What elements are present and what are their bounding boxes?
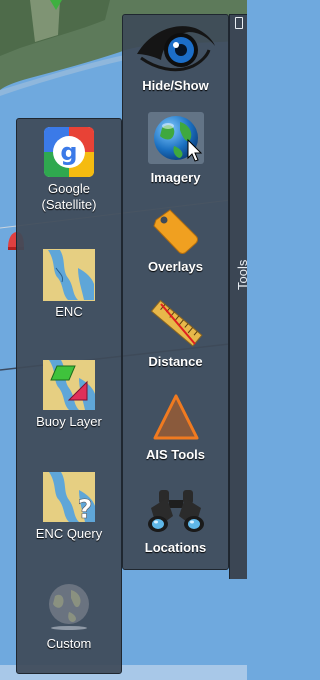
google-satellite-label: Google (Satellite)	[41, 181, 97, 212]
panel-handle-icon[interactable]	[235, 17, 243, 29]
custom-button[interactable]: Custom	[19, 580, 119, 652]
enc-query-icon: ?	[43, 472, 95, 524]
mouse-cursor-icon	[187, 138, 202, 162]
distance-label: Distance	[148, 354, 203, 369]
buoy-layer-icon	[43, 360, 95, 410]
ais-tools-label: AIS Tools	[146, 447, 205, 462]
hide-show-label: Hide/Show	[142, 78, 209, 93]
enc-label: ENC	[55, 304, 83, 319]
buoy-layer-button[interactable]: Buoy Layer	[19, 358, 119, 430]
imagery-label: Imagery	[150, 170, 201, 185]
google-icon: g	[44, 127, 94, 177]
eye-icon	[136, 26, 215, 72]
triangle-icon	[153, 394, 198, 440]
hide-show-button[interactable]: Hide/Show	[124, 20, 227, 94]
binoculars-icon	[147, 490, 204, 532]
imagery-button[interactable]: Imagery	[124, 112, 227, 186]
svg-text:?: ?	[77, 495, 92, 524]
locations-label: Locations	[144, 540, 207, 555]
distance-button[interactable]: Distance	[124, 296, 227, 370]
enc-chart-icon	[43, 249, 95, 301]
locations-button[interactable]: Locations	[124, 484, 227, 556]
custom-globe-icon	[49, 584, 89, 630]
overlays-button[interactable]: Overlays	[124, 206, 227, 275]
enc-button[interactable]: ENC	[19, 248, 119, 320]
google-satellite-button[interactable]: g Google (Satellite)	[19, 126, 119, 213]
ais-tools-button[interactable]: AIS Tools	[124, 392, 227, 463]
enc-query-label: ENC Query	[35, 526, 103, 541]
enc-query-button[interactable]: ? ENC Query	[19, 470, 119, 542]
tools-panel-label[interactable]: Tools	[235, 260, 250, 290]
overlays-label: Overlays	[148, 259, 203, 274]
custom-label: Custom	[46, 636, 92, 651]
ruler-icon	[150, 299, 203, 347]
buoy-layer-label: Buoy Layer	[36, 414, 102, 429]
tools-side-panel[interactable]	[229, 14, 247, 579]
svg-text:g: g	[60, 138, 77, 166]
imagery-selected-highlight	[147, 112, 204, 164]
tag-icon	[152, 209, 198, 254]
